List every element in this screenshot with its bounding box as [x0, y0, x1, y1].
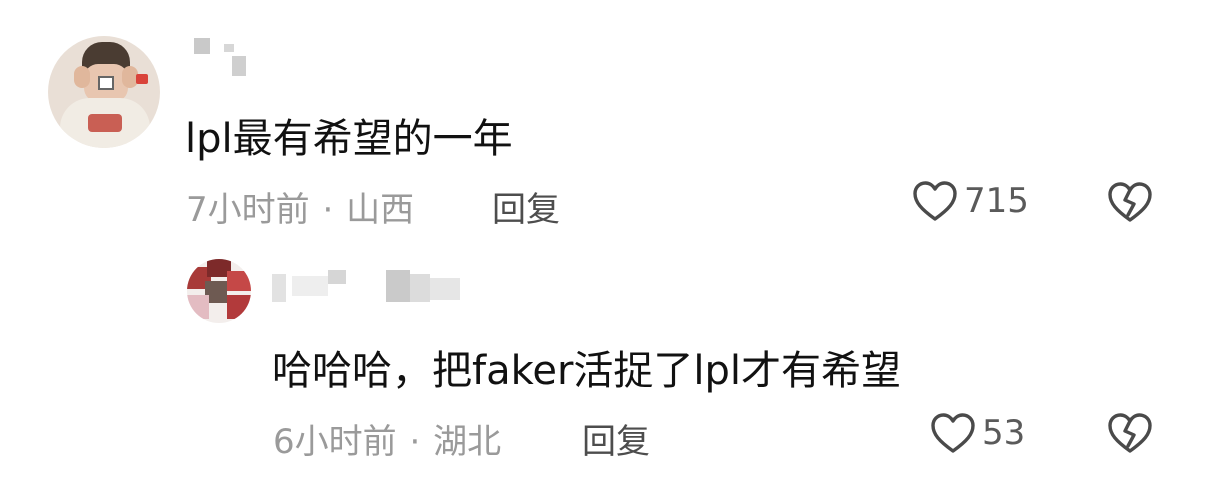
avatar-sticker — [136, 74, 148, 84]
like-button[interactable]: 715 — [912, 180, 1029, 222]
comment-location: 山西 — [346, 190, 415, 230]
avatar-mosaic — [98, 76, 114, 90]
dislike-button[interactable] — [1106, 181, 1154, 227]
comment-location: 湖北 — [433, 422, 502, 462]
meta-separator: · — [409, 422, 421, 462]
broken-heart-icon — [1106, 182, 1154, 227]
broken-heart-icon — [1106, 413, 1154, 458]
reply-button[interactable]: 回复 — [492, 182, 560, 231]
like-count: 53 — [982, 413, 1026, 453]
comment-text: lpl最有希望的一年 — [185, 116, 513, 162]
comment-meta: 7小时前 · 山西 — [186, 182, 414, 231]
username-blurred[interactable] — [272, 268, 472, 304]
avatar-sweater-print — [88, 114, 122, 132]
avatar-hand-left — [74, 66, 90, 88]
comment-time: 7小时前 — [186, 190, 310, 230]
heart-outline-icon — [912, 180, 958, 222]
dislike-button[interactable] — [1106, 412, 1154, 458]
comment-text: 哈哈哈，把faker活捉了lpl才有希望 — [272, 348, 902, 394]
meta-separator: · — [322, 190, 334, 230]
comment-time: 6小时前 — [273, 422, 397, 462]
heart-outline-icon — [930, 412, 976, 454]
like-count: 715 — [964, 181, 1029, 221]
like-button[interactable]: 53 — [930, 412, 1025, 454]
avatar[interactable] — [48, 36, 160, 148]
reply-button[interactable]: 回复 — [582, 414, 650, 463]
comment-meta: 6小时前 · 湖北 — [273, 414, 501, 463]
username-blurred[interactable] — [194, 38, 254, 80]
avatar[interactable] — [187, 259, 251, 323]
